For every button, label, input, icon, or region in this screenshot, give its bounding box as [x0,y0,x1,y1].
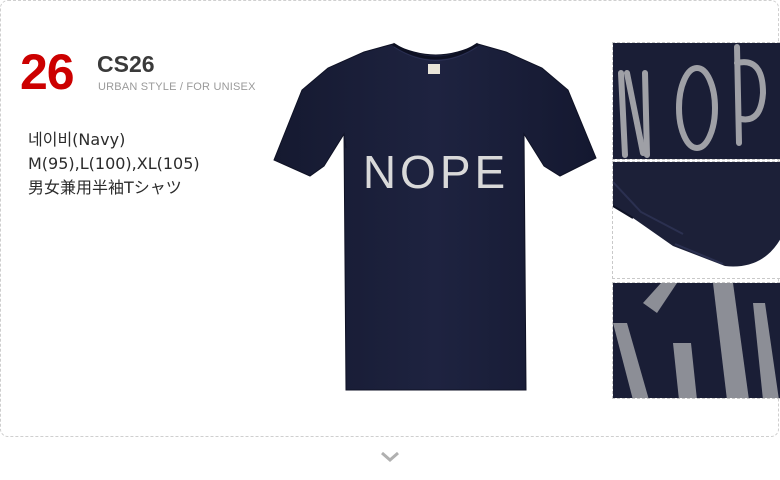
detail-thumbnail-1[interactable] [612,42,780,160]
sleeve-hem-closeup-image [613,162,780,278]
shirt-print-text: NOPE [363,146,509,198]
print-texture-closeup-image [613,283,780,398]
color-label: 네이비(Navy) [28,130,126,149]
main-product-image: NOPE [268,38,602,398]
product-number: 26 [20,44,75,100]
product-subtitle: URBAN STYLE / FOR UNISEX [98,81,256,93]
chevron-down-icon[interactable] [380,450,400,464]
detail-thumbnail-3[interactable] [612,282,780,399]
print-closeup-image [613,43,780,159]
product-description: 네이비(Navy) M(95),L(100),XL(105) 男女兼用半袖Tシャ… [28,128,200,200]
size-list: M(95),L(100),XL(105) [28,154,200,173]
detail-thumbnail-2[interactable] [612,161,780,279]
product-code: CS26 [97,51,155,77]
description-jp: 男女兼用半袖Tシャツ [28,178,182,197]
navy-tshirt-image: NOPE [273,42,597,391]
neck-label [428,64,440,74]
